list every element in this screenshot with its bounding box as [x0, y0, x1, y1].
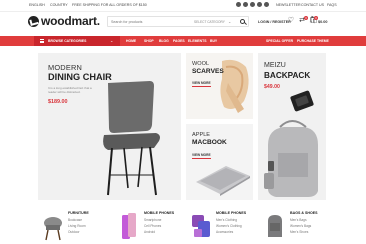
instagram-icon[interactable]	[250, 2, 255, 7]
category-title: FURNITURE	[68, 211, 89, 215]
site-logo[interactable]: woodmart.	[28, 14, 100, 28]
banner-title: SCARVES	[192, 68, 224, 75]
category-thumb	[268, 215, 282, 237]
view-more-link[interactable]: VIEW MORE	[192, 81, 211, 87]
chevron-down-icon: ⌄	[110, 38, 114, 43]
category-link[interactable]: Men's Shoes	[290, 230, 308, 234]
search-bar: SELECT CATEGORY ⌄	[107, 16, 249, 27]
language-select[interactable]: ENGLISH	[29, 3, 45, 7]
nav-home[interactable]: HOME	[126, 39, 136, 43]
category-link[interactable]: Living Room	[68, 224, 86, 228]
facebook-icon[interactable]	[236, 2, 241, 7]
nav-buy[interactable]: BUY	[210, 39, 217, 43]
heart-icon[interactable]: ♡	[287, 17, 295, 25]
nav-special-offer[interactable]: SPECIAL OFFER	[266, 39, 293, 43]
cart-total[interactable]: $0.00	[318, 20, 328, 24]
nav-elements[interactable]: ELEMENTS	[188, 39, 206, 43]
search-icon[interactable]	[240, 19, 245, 24]
macbook-image	[196, 166, 250, 196]
newsletter-link[interactable]: NEWSLETTER	[276, 3, 301, 7]
category-thumb	[44, 217, 62, 241]
pinterest-icon[interactable]	[257, 2, 262, 7]
category-link[interactable]: Women's Bags	[290, 224, 311, 228]
banner-pre: WOOL	[192, 61, 210, 67]
menu-icon	[40, 39, 44, 43]
logo-mark-icon	[28, 15, 39, 27]
main-nav: BROWSE CATEGORIES ⌄ HOME SHOP BLOG PAGES…	[0, 36, 366, 46]
top-bar: ENGLISH COUNTRY FREE SHIPPING FOR ALL OR…	[0, 0, 366, 12]
nav-shop[interactable]: SHOP	[144, 39, 154, 43]
chevron-down-icon: ⌄	[228, 19, 232, 24]
banner-dining-chair[interactable]: MODERN DINING CHAIR It is a long establi…	[38, 53, 181, 200]
category-link[interactable]: Women's Clothing	[216, 224, 242, 228]
nav-purchase-theme[interactable]: PURCHASE THEME	[297, 39, 329, 43]
country-select[interactable]: COUNTRY	[50, 3, 68, 7]
faqs-link[interactable]: FAQS	[327, 3, 337, 7]
category-select[interactable]: SELECT CATEGORY	[194, 20, 225, 24]
search-input[interactable]	[111, 18, 191, 26]
contact-link[interactable]: CONTACT US	[301, 3, 324, 7]
category-title: MOBILE PHONES	[144, 211, 175, 215]
backpack-image	[264, 90, 318, 197]
category-link[interactable]: Bookcase	[68, 218, 82, 222]
banner-meizu-backpack[interactable]: MEIZU BACKPACK $49.00	[258, 53, 326, 200]
category-link[interactable]: Outdoor	[68, 230, 80, 234]
shipping-notice: FREE SHIPPING FOR ALL ORDERS OF $150	[72, 3, 147, 7]
twitter-icon[interactable]	[243, 2, 248, 7]
banner-wool-scarves[interactable]: WOOL SCARVES VIEW MORE	[186, 53, 253, 119]
category-link[interactable]: Men's Clothing	[216, 218, 237, 222]
banner-apple-macbook[interactable]: APPLE MACBOOK VIEW MORE	[186, 124, 253, 200]
nav-pages[interactable]: PAGES	[173, 39, 185, 43]
category-link[interactable]: Men's Bags	[290, 218, 307, 222]
category-title: MOBILE PHONES	[216, 211, 247, 215]
category-thumb	[192, 215, 210, 237]
chair-image	[103, 81, 160, 196]
browse-categories-button[interactable]: BROWSE CATEGORIES ⌄	[34, 36, 120, 46]
category-link[interactable]: Cell Phones	[144, 224, 161, 228]
category-link[interactable]: Smartphone	[144, 218, 161, 222]
category-title: BAGS & SHOES	[290, 211, 318, 215]
nav-blog[interactable]: BLOG	[159, 39, 169, 43]
login-register-link[interactable]: LOGIN / REGISTER	[258, 20, 291, 24]
category-thumb	[122, 213, 136, 239]
youtube-icon[interactable]	[264, 2, 269, 7]
category-link[interactable]: Accessories	[216, 230, 233, 234]
compare-count-badge: 0	[304, 16, 308, 20]
category-link[interactable]: Android	[144, 230, 155, 234]
